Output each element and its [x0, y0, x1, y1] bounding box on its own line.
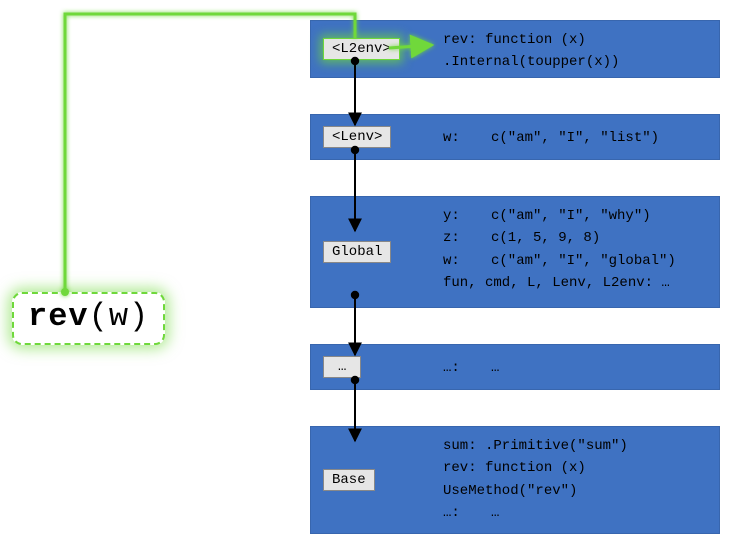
- env-base-bindings: sum: .Primitive("sum") rev: function (x)…: [443, 435, 707, 525]
- env-base-label: Base: [323, 469, 375, 491]
- env-ellipsis-label: …: [323, 356, 361, 378]
- env-l2: <L2env> rev: function (x) .Internal(toup…: [310, 20, 720, 78]
- environment-stack: <L2env> rev: function (x) .Internal(toup…: [310, 20, 720, 534]
- env-lenv: <Lenv> w:c("am", "I", "list"): [310, 114, 720, 160]
- env-lenv-bindings: w:c("am", "I", "list"): [443, 123, 707, 149]
- env-l2-label: <L2env>: [323, 38, 400, 60]
- binding-line: w:c("am", "I", "list"): [443, 127, 707, 149]
- diagram-stage: rev(w) <L2env> rev: function (x) .Intern…: [0, 0, 738, 543]
- binding-line: w:c("am", "I", "global"): [443, 250, 707, 272]
- binding-line: …:…: [443, 357, 707, 379]
- binding-line: …:…: [443, 502, 707, 524]
- env-ellipsis: … …:…: [310, 344, 720, 390]
- binding-line: z:c(1, 5, 9, 8): [443, 227, 707, 249]
- binding-line: UseMethod("rev"): [443, 480, 707, 502]
- binding-line: rev: function (x): [443, 457, 707, 479]
- env-l2-bindings: rev: function (x) .Internal(toupper(x)): [443, 29, 707, 74]
- env-ellipsis-bindings: …:…: [443, 353, 707, 379]
- env-global-bindings: y:c("am", "I", "why") z:c(1, 5, 9, 8) w:…: [443, 205, 707, 295]
- call-fn: rev: [28, 298, 89, 335]
- env-global-label: Global: [323, 241, 391, 263]
- binding-line: fun, cmd, L, Lenv, L2env: …: [443, 272, 707, 294]
- binding-line: rev: function (x): [443, 29, 707, 51]
- binding-line: y:c("am", "I", "why"): [443, 205, 707, 227]
- call-expression: rev(w): [12, 292, 165, 345]
- binding-line: sum: .Primitive("sum"): [443, 435, 707, 457]
- call-args: (w): [89, 298, 150, 335]
- binding-line: .Internal(toupper(x)): [443, 51, 707, 73]
- env-global: Global y:c("am", "I", "why") z:c(1, 5, 9…: [310, 196, 720, 308]
- env-lenv-label: <Lenv>: [323, 126, 391, 148]
- env-base: Base sum: .Primitive("sum") rev: functio…: [310, 426, 720, 534]
